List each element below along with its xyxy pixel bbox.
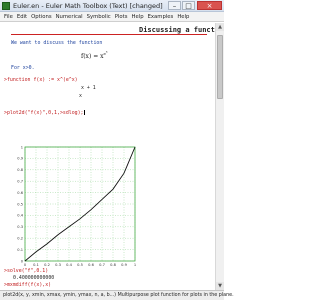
x-tick-label: 0.3 — [55, 263, 61, 267]
menu-file[interactable]: File — [2, 12, 15, 21]
solve-command[interactable]: >solve("f",0.1) — [4, 268, 48, 274]
solve-result: 0.400000000000 — [13, 275, 55, 281]
notebook-document[interactable]: Discussing a function We want to discuss… — [1, 23, 215, 290]
app-icon — [2, 2, 10, 10]
menu-bar: File Edit Options Numerical Symbolic Plo… — [0, 12, 224, 22]
plot-command-text: >plot2d("f(x)",0,1,>sdlog); — [4, 110, 84, 116]
y-tick-label: 0.6 — [17, 191, 23, 195]
function-definition-command[interactable]: >function f(x) := x^(e^x) — [4, 77, 78, 83]
x-tick-label: 0.6 — [88, 263, 94, 267]
diff-command[interactable]: >mxmdiff(f(x),x) — [4, 282, 51, 288]
x-tick-label: 0.2 — [44, 263, 50, 267]
definition-output-top: x + 1 — [81, 85, 96, 91]
y-tick-label: 0.9 — [17, 157, 23, 161]
x-tick-label: 0.8 — [110, 263, 116, 267]
menu-options[interactable]: Options — [29, 12, 53, 21]
heading-divider — [11, 34, 207, 35]
title-bar: Euler.en - Euler Math Toolbox (Text) [ch… — [0, 0, 224, 12]
menu-examples[interactable]: Examples — [146, 12, 176, 21]
status-bar: plot2d(x, y, xmin, xmax, ymin, ymax, n, … — [0, 290, 234, 300]
scroll-up-icon[interactable]: ▲ — [216, 23, 224, 31]
section-heading: Discussing a function — [139, 26, 215, 34]
y-tick-label: 0.5 — [17, 202, 23, 206]
x-tick-label: 0 — [24, 263, 27, 267]
x-tick-label: 0.7 — [99, 263, 105, 267]
maximize-button[interactable]: □ — [182, 1, 195, 10]
y-tick-label: 0.7 — [17, 180, 23, 184]
menu-plots[interactable]: Plots — [113, 12, 130, 21]
status-text: plot2d(x, y, xmin, xmax, ymin, ymax, n, … — [3, 293, 234, 298]
y-tick-label: 0.8 — [17, 168, 23, 172]
x-tick-label: 0.9 — [121, 263, 127, 267]
window-title: Euler.en - Euler Math Toolbox (Text) [ch… — [13, 2, 163, 10]
minimize-button[interactable]: – — [168, 1, 181, 10]
y-tick-label: 0.4 — [17, 214, 23, 218]
text-cursor — [83, 110, 85, 115]
menu-help-2[interactable]: Help — [175, 12, 191, 21]
function-formula-text: f(x) = xex — [81, 50, 108, 61]
function-formula: f(x) = xex — [81, 50, 108, 60]
y-tick-label: 0.3 — [17, 225, 23, 229]
y-tick-label: 0.2 — [17, 237, 23, 241]
intro-comment: We want to discuss the function — [11, 40, 103, 46]
scroll-thumb[interactable] — [217, 35, 223, 99]
close-button[interactable]: × — [197, 1, 222, 10]
x-tick-label: 0.1 — [33, 263, 39, 267]
function-plot: 00.10.20.30.40.50.60.70.80.910 0.1 0.2 0.3 0… — [17, 145, 136, 267]
vertical-scrollbar[interactable]: ▲ ▼ — [215, 23, 224, 290]
menu-numerical[interactable]: Numerical — [54, 12, 85, 21]
x-tick-label: 0.4 — [66, 263, 72, 267]
menu-help[interactable]: Help — [129, 12, 145, 21]
x-tick-label: 1 — [134, 263, 136, 267]
plot-command[interactable]: >plot2d("f(x)",0,1,>sdlog); — [4, 110, 85, 116]
y-tick-label: 1 — [21, 145, 23, 149]
plot-area: 0 0.1 0.2 0.3 0.4 0.5 0.6 0.7 0.8 0.9 1 0 0.1 0.2 0.3 0… — [11, 143, 139, 271]
definition-output-bottom: x — [79, 93, 82, 99]
x-tick-label: 0.5 — [77, 263, 83, 267]
domain-comment: For x>0. — [11, 65, 35, 71]
menu-edit[interactable]: Edit — [15, 12, 29, 21]
scroll-down-icon[interactable]: ▼ — [216, 282, 224, 290]
menu-symbolic[interactable]: Symbolic — [85, 12, 113, 21]
y-tick-label: 0.1 — [17, 248, 23, 252]
